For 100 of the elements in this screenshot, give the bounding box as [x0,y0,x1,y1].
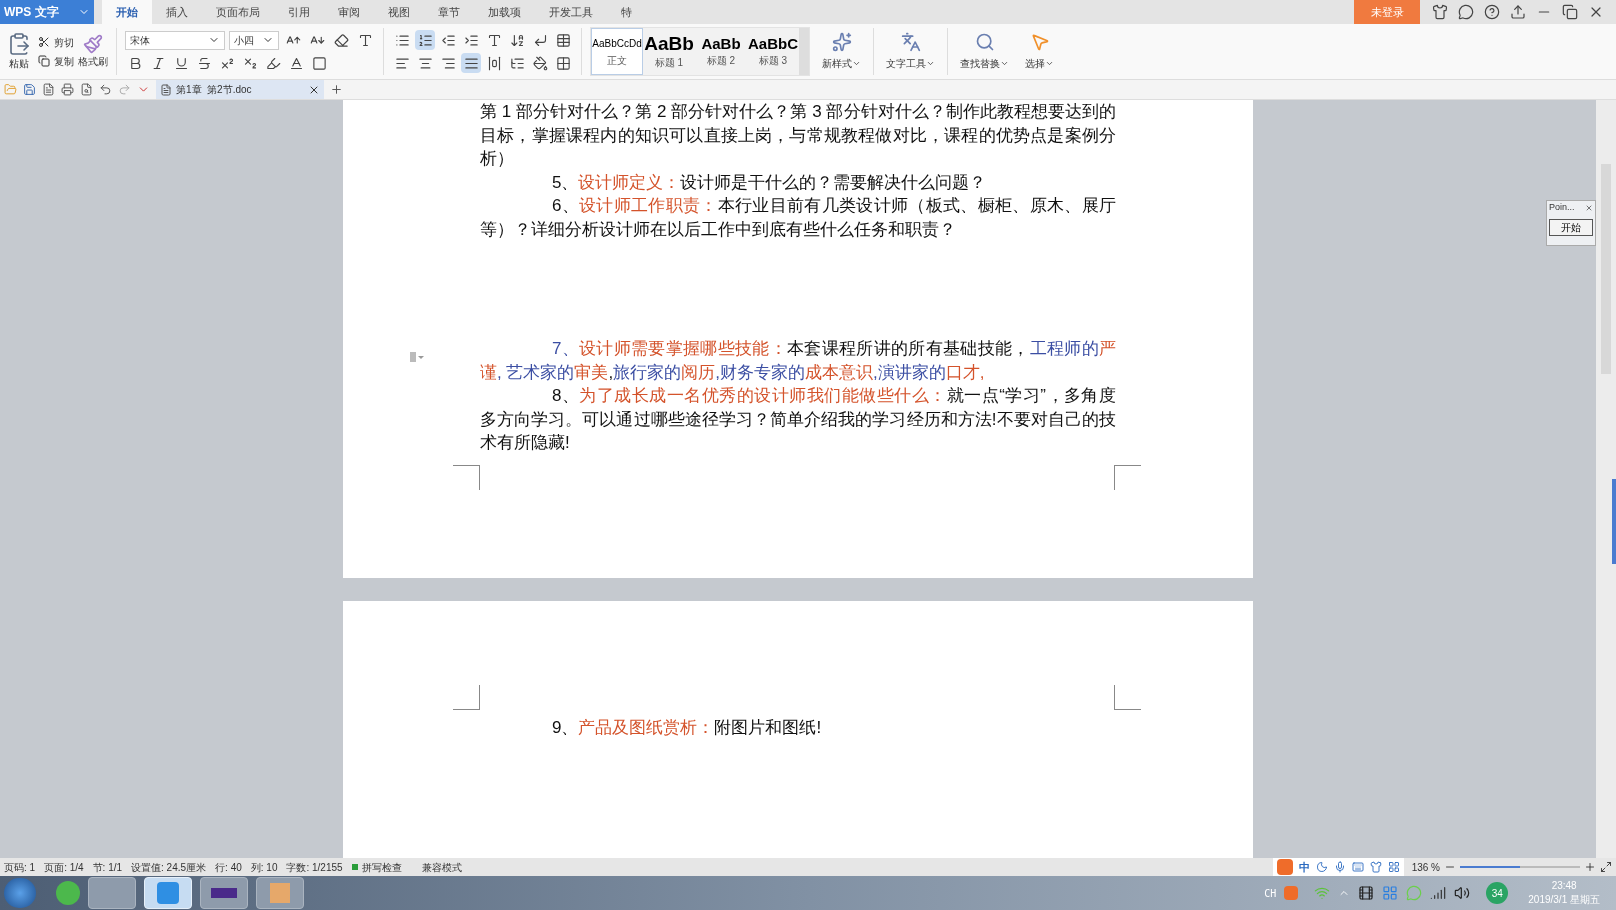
export-icon[interactable] [42,83,55,96]
start-button[interactable]: 开始 [1549,218,1593,236]
phonetic-icon [357,32,373,48]
status-item: 节: 1/1 [92,860,123,875]
skin-icon[interactable] [1432,4,1448,20]
strikethrough-icon [196,55,212,71]
document-paragraph: 7、设计师需要掌握哪些技能：本套课程所讲的所有基础技能，工程师的严谨, 艺术家的审美,旅行家的阅历,财务专家的成本意识,演讲家的口才, [480,338,1116,384]
ribbon-tab[interactable]: 开始 [102,0,152,24]
document-icon [160,83,172,96]
ribbon-tab[interactable]: 视图 [374,0,424,24]
align-icon [486,55,502,71]
page-margin-mark [453,685,480,710]
document-paragraph: 5、设计师定义：设计师是干什么的？需要解决什么问题？ [551,171,988,194]
copy-button[interactable]: 复制 [38,53,74,69]
clock-time: 23:48 [1551,879,1577,893]
copy-icon [38,55,50,67]
zoom-in-icon[interactable] [1584,861,1596,873]
app-menu-button[interactable]: WPS 文字 [0,0,94,24]
spell-check-label[interactable]: 拼写检查 [361,859,402,875]
style-preset[interactable]: AaBb 标题 2 [695,28,747,75]
shading-icon [532,55,548,71]
superscript-icon [219,55,235,71]
start-button-icon[interactable] [4,878,36,908]
ribbon-tab[interactable]: 页面布局 [202,0,274,24]
new-tab-icon[interactable] [330,83,343,96]
style-preset[interactable]: AaBbCcDd 正文 [591,28,643,75]
align-icon [417,55,433,71]
numbered-list-icon [417,32,433,48]
ribbon-tab[interactable]: 审阅 [324,0,374,24]
upload-icon[interactable] [1510,4,1526,20]
scissors-icon [38,36,50,48]
format-painter-button[interactable]: 格式刷 [78,34,108,69]
fit-icon[interactable] [1600,861,1612,873]
ribbon-tab[interactable]: 章节 [424,0,474,24]
vertical-scrollbar[interactable] [1596,100,1616,858]
help-icon[interactable] [1484,4,1500,20]
page-margin-mark [1114,464,1141,490]
borders-icon [555,55,571,71]
underline-icon [173,55,189,71]
status-item: 页码: 1 [4,860,36,875]
save-icon[interactable] [23,83,36,96]
style-preset[interactable]: AaBbC 标题 3 [747,28,799,75]
ribbon-tool-button[interactable]: 文字工具 [882,24,939,79]
status-item: 页面: 1/4 [44,860,84,875]
undo-icon[interactable] [99,83,112,96]
volume-icon[interactable] [1454,885,1471,901]
keyboard-icon[interactable] [1351,861,1364,873]
style-preset[interactable]: AaBb 标题 1 [643,28,695,75]
chat-icon[interactable] [1458,4,1474,20]
font-size-dropdown[interactable]: 小四 [229,30,279,50]
video-taskbar-icon[interactable] [200,877,248,909]
input-method-icon[interactable] [1284,886,1299,900]
caret-icon [1045,59,1054,68]
document-paragraph: 6、设计师工作职责：本行业目前有几类设计师（板式、橱柜、原木、展厅等）？详细分析设计师在以后工作中到底有些什么任务和职责？ [480,195,1116,241]
signal-icon[interactable] [1430,885,1447,901]
caret-icon [852,59,861,68]
paragraph-marker-icon [410,352,424,362]
microphone-icon[interactable] [1333,861,1346,873]
sparkle-icon [831,32,852,52]
highlight-icon [265,55,281,71]
italic-icon [150,55,166,71]
ribbon-tab[interactable]: 插入 [152,0,202,24]
status-item: 列: 10 [250,860,278,875]
table-icon [555,32,571,48]
ribbon-tab[interactable]: 特 [607,0,646,24]
align-button[interactable] [461,53,481,73]
ribbon-tool-button[interactable]: 查找替换 [956,24,1013,79]
cut-button[interactable]: 剪切 [38,34,74,50]
moon-icon[interactable] [1315,861,1328,873]
document-tab[interactable]: 第1章 第2节.doc [156,80,324,99]
browser-taskbar-icon[interactable] [56,881,80,905]
status-item: 字数: 1/2155 [286,860,343,875]
numbered-list-button[interactable] [415,30,435,50]
ribbon-tab[interactable]: 加载项 [474,0,535,24]
restore-icon[interactable] [1562,4,1578,20]
preview-icon[interactable] [80,83,93,96]
writer-taskbar-icon[interactable] [144,877,192,909]
caret-icon [1000,59,1009,68]
print-icon[interactable] [61,83,74,96]
text-size-icon [486,32,502,48]
grid-icon[interactable] [1387,861,1400,873]
paintbrush-icon [83,34,103,54]
ribbon-tool-button[interactable]: 新样式 [818,24,865,79]
translate-icon [900,32,921,52]
font-name-dropdown[interactable]: 宋体 [125,30,225,50]
outdent-icon [440,32,456,48]
ribbon-tab[interactable]: 引用 [274,0,324,24]
clear-format-icon [333,32,349,48]
ribbon-tab[interactable]: 开发工具 [535,0,607,24]
document-paragraph: 8、为了成长成一名优秀的设计师我们能做些什么：就一点“学习”，多角度多方向学习。可以通过哪些途径学习？简单介绍我的学习经历和方法!不要对自己的技术有所隐藏! [480,385,1116,454]
recorder-icon[interactable] [1358,885,1375,901]
input-mode-label[interactable]: 中 [1298,858,1310,876]
bullet-list-icon [394,32,410,48]
zoom-reading: 136 % [1411,860,1440,875]
caret-icon [926,59,935,68]
compatibility-mode-label: 兼容模式 [421,860,462,875]
align-icon [463,55,479,71]
line-spacing-icon [509,55,525,71]
ribbon-tool-button[interactable]: 选择 [1021,24,1058,79]
paste-button[interactable]: 粘贴 [4,32,34,71]
